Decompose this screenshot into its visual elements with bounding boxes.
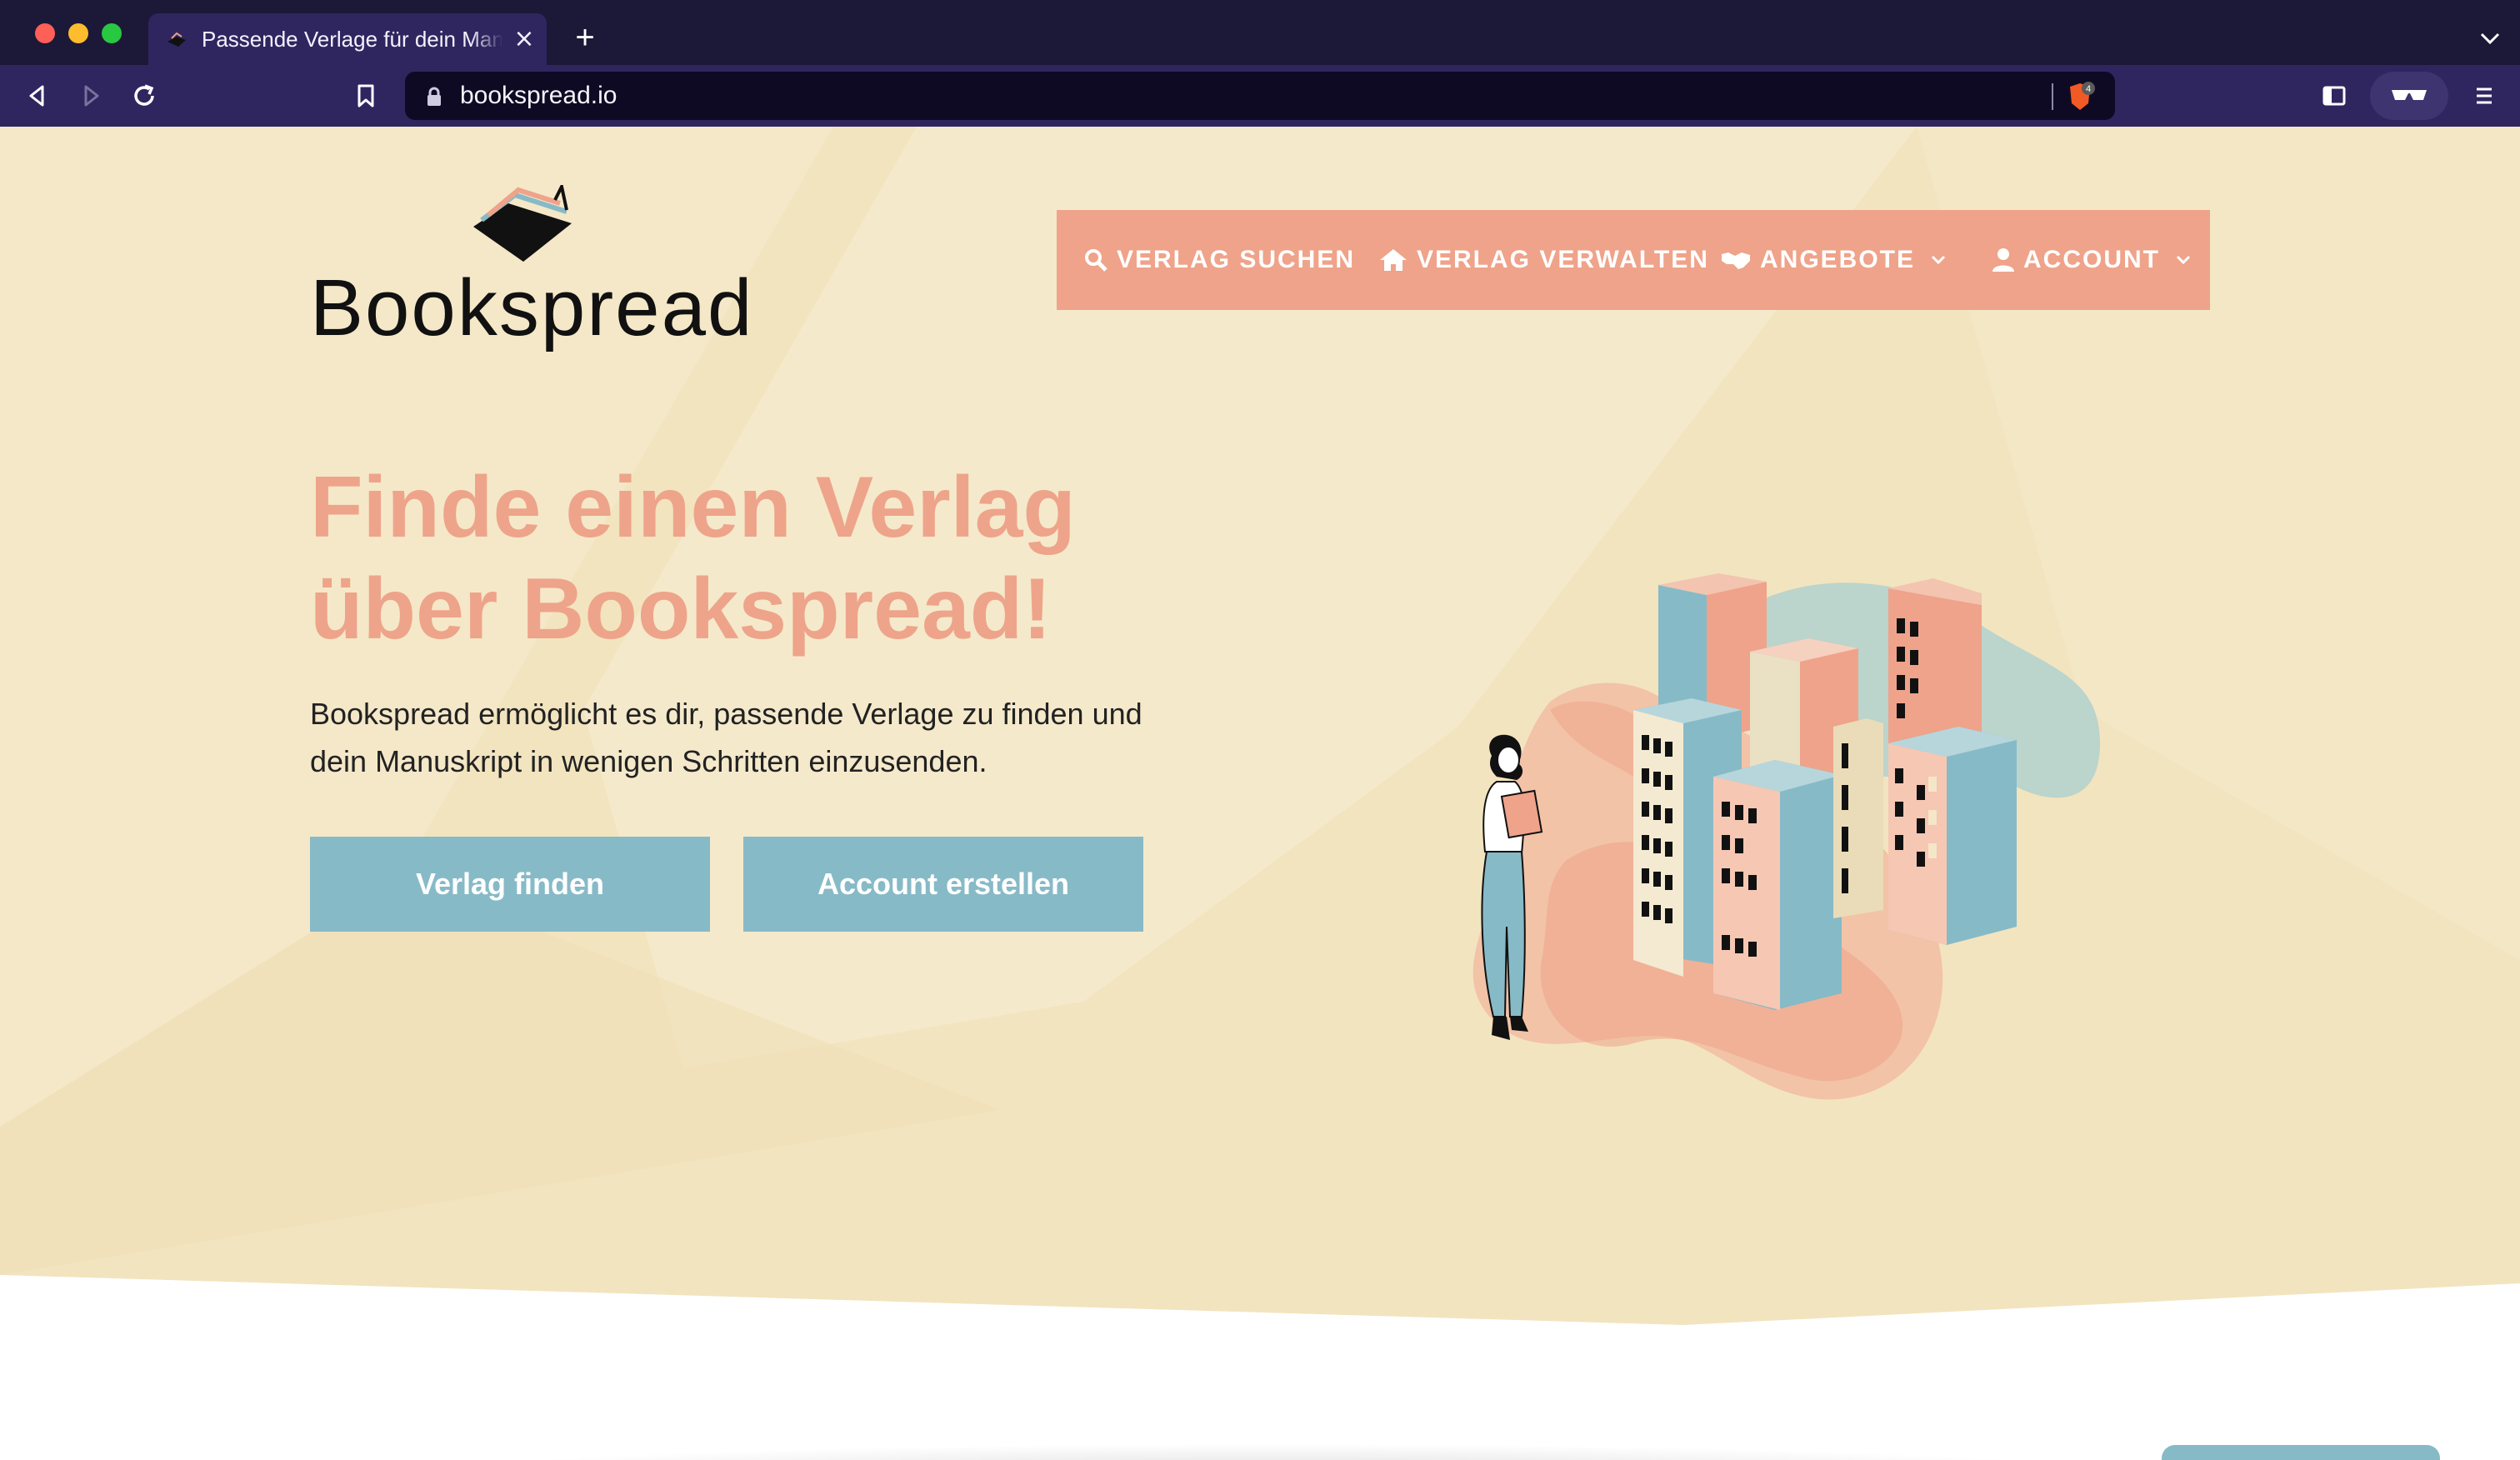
bookmark-icon[interactable]: [348, 78, 383, 113]
hero-description: Bookspread ermöglicht es dir, passende V…: [310, 697, 1142, 778]
back-icon[interactable]: [20, 78, 55, 113]
close-window-button[interactable]: [35, 23, 55, 43]
extension-button[interactable]: [2370, 72, 2448, 120]
tab-title: Passende Verlage für dein Manuskript: [202, 27, 502, 52]
menu-icon[interactable]: [2467, 78, 2502, 113]
nav-angebote[interactable]: ANGEBOTE: [1720, 210, 1947, 310]
hero-headline-line-1: Finde einen Verlag: [310, 459, 1076, 556]
handshake-icon: [1722, 252, 1750, 269]
search-icon: [1085, 249, 1108, 272]
forward-icon[interactable]: [73, 78, 108, 113]
find-publisher-button[interactable]: Verlag finden: [310, 837, 710, 932]
nav-verlag-verwalten[interactable]: VERLAG VERWALTEN: [1378, 210, 1709, 310]
chevron-down-icon[interactable]: [2475, 23, 2505, 53]
browser-tab-active[interactable]: Passende Verlage für dein Manuskript ×: [148, 13, 547, 65]
minimize-window-button[interactable]: [68, 23, 88, 43]
maximize-window-button[interactable]: [102, 23, 122, 43]
lock-icon: [428, 87, 441, 106]
home-icon: [1380, 249, 1407, 271]
hero-illustration: [1472, 573, 2100, 1100]
nav-label: ANGEBOTE: [1760, 246, 1916, 273]
web-page: Bookspread VERLAG SUCHEN VERLAG VERWALTE…: [0, 127, 2520, 1460]
nav-verlag-suchen[interactable]: VERLAG SUCHEN: [1083, 210, 1355, 310]
new-tab-button[interactable]: +: [568, 21, 602, 55]
main-navigation: VERLAG SUCHEN VERLAG VERWALTEN ANGEBOTE …: [1057, 210, 2210, 310]
reload-icon[interactable]: [127, 78, 162, 113]
sidebar-icon[interactable]: [2317, 78, 2352, 113]
next-section-button-top[interactable]: [2162, 1445, 2440, 1460]
bookspread-favicon-icon: [168, 32, 186, 47]
hero-headline-line-2: über Bookspread!: [310, 561, 1052, 658]
browser-chrome: Passende Verlage für dein Manuskript × +: [0, 0, 2520, 127]
nav-account[interactable]: ACCOUNT: [1992, 210, 2192, 310]
glasses-icon: [2392, 90, 2427, 100]
browser-toolbar: bookspread.io 4: [0, 65, 2520, 127]
tab-bar: Passende Verlage für dein Manuskript × +: [0, 0, 2520, 65]
url-text: bookspread.io: [460, 82, 618, 109]
brave-shield-icon[interactable]: 4: [2063, 80, 2097, 113]
shield-count-badge: 4: [2086, 84, 2091, 94]
nav-label: ACCOUNT: [2023, 246, 2160, 273]
address-bar[interactable]: bookspread.io 4: [405, 72, 2115, 120]
logo-wordmark: Bookspread: [310, 263, 754, 352]
nav-label: VERLAG VERWALTEN: [1417, 246, 1709, 273]
close-tab-icon[interactable]: ×: [510, 25, 538, 53]
create-account-button[interactable]: Account erstellen: [743, 837, 1143, 932]
chevron-down-icon: [1931, 255, 1946, 265]
chevron-down-icon: [2176, 255, 2191, 265]
site-logo[interactable]: Bookspread: [310, 185, 752, 350]
hero-headline: Finde einen Verlag über Bookspread!: [310, 457, 1143, 660]
user-icon: [1992, 248, 2014, 272]
nav-label: VERLAG SUCHEN: [1117, 246, 1356, 273]
